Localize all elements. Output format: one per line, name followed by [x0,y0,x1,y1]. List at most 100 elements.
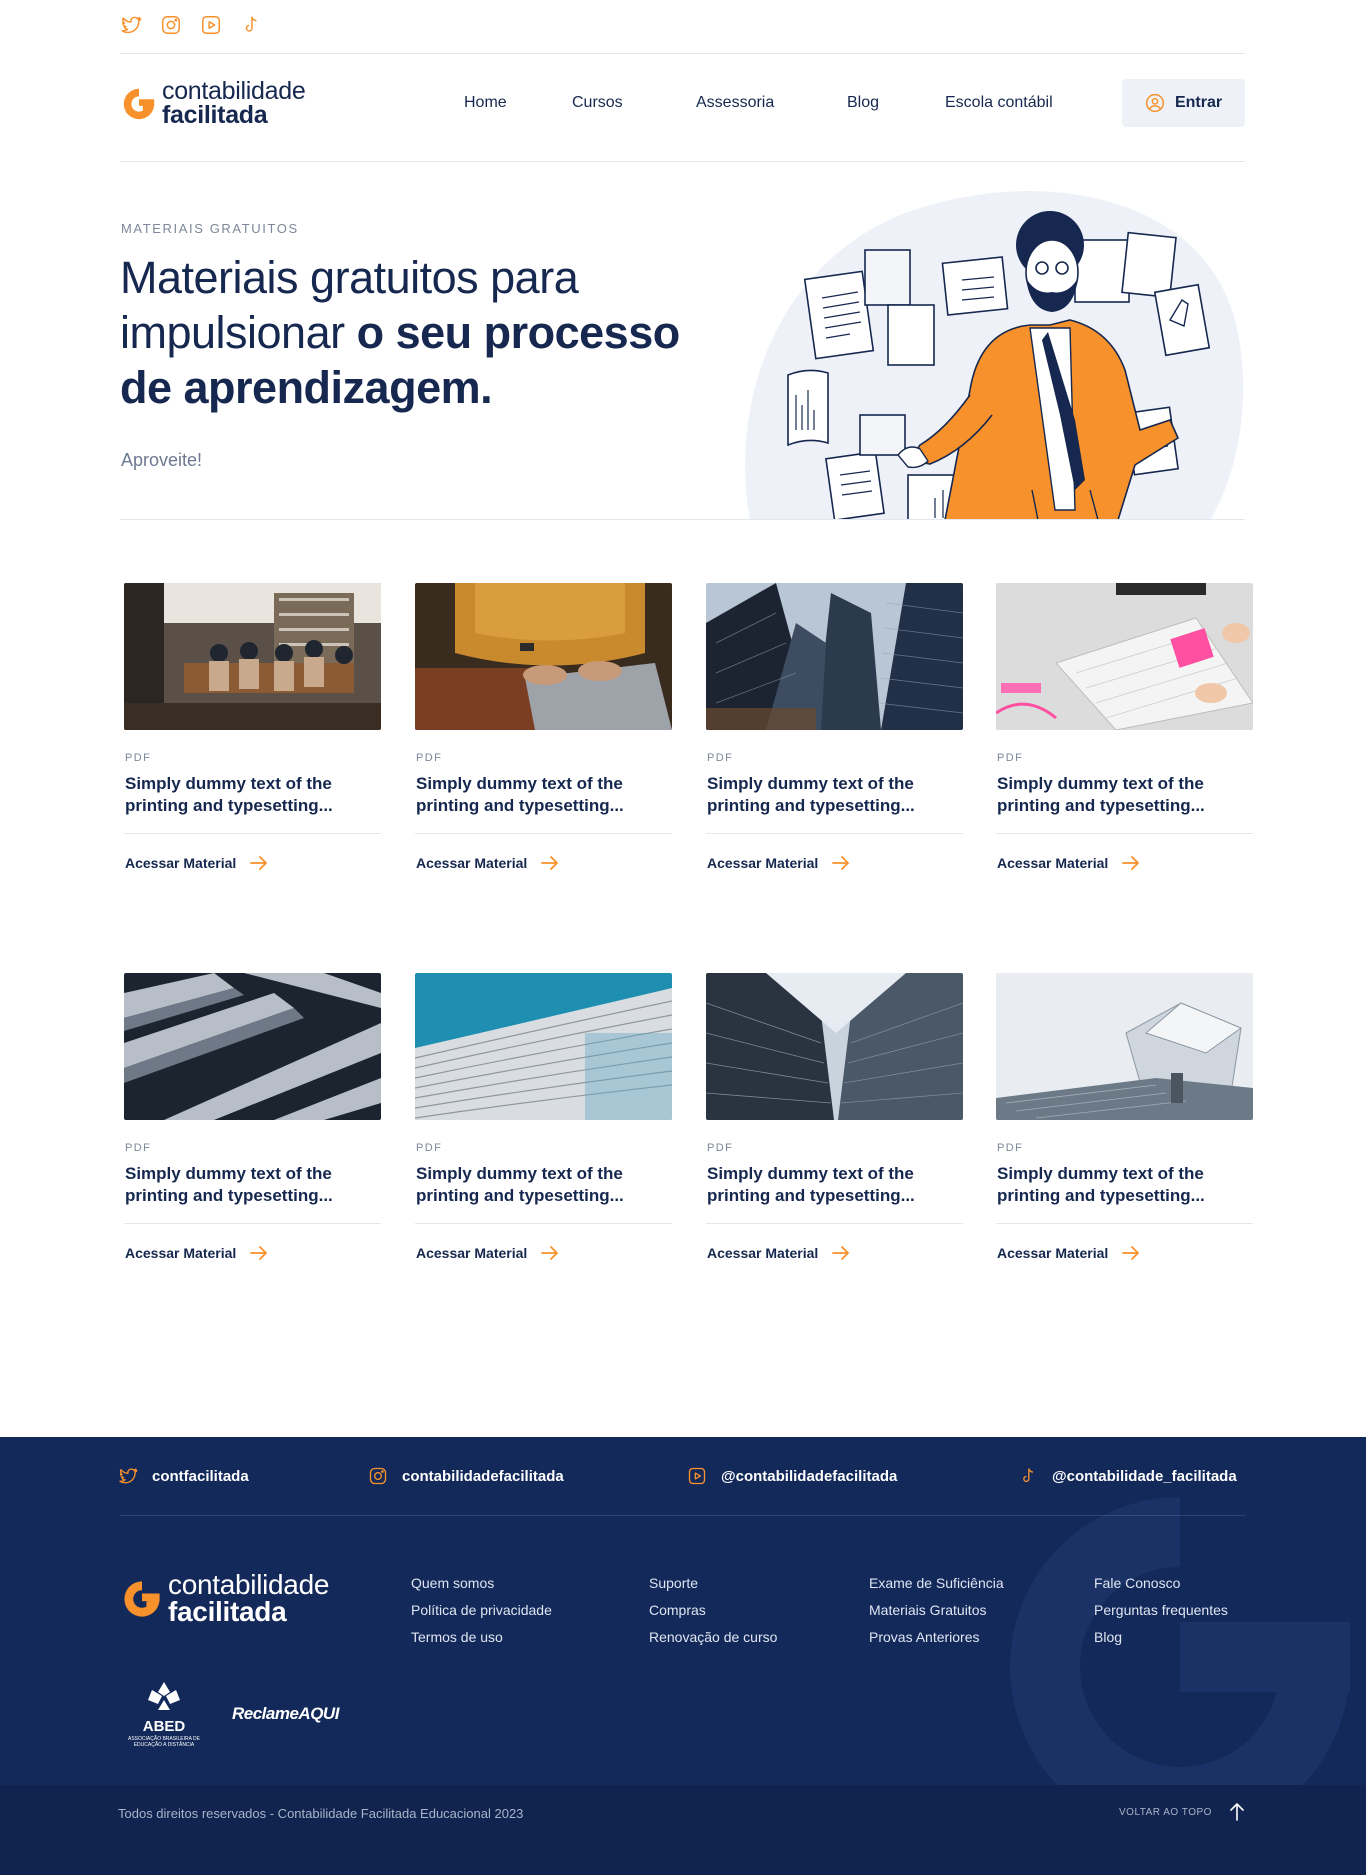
access-material-link[interactable]: Acessar Material [416,855,559,871]
material-card[interactable]: PDF Simply dummy text of the printing an… [415,583,673,871]
footer-link-blog[interactable]: Blog [1094,1624,1228,1651]
back-to-top-button[interactable]: VOLTAR AO TOPO [1119,1803,1244,1821]
material-card[interactable]: PDF Simply dummy text of the printing an… [124,583,382,871]
footer-social-handle: @contabilidade_facilitada [1052,1467,1237,1485]
footer-social-youtube[interactable]: @contabilidadefacilitada [687,1466,897,1486]
hero-illustration [745,191,1244,520]
footer-social-handle: contabilidadefacilitada [402,1467,564,1485]
card-title[interactable]: Simply dummy text of the printing and ty… [707,1163,963,1207]
nav-assessoria[interactable]: Assessoria [696,94,774,112]
footer-col-contact: Fale Conosco Perguntas frequentes Blog [1094,1570,1228,1651]
card-title[interactable]: Simply dummy text of the printing and ty… [997,1163,1253,1207]
card-divider [996,833,1253,834]
footer-link-materiais[interactable]: Materiais Gratuitos [869,1597,1004,1624]
arrow-right-icon [250,1246,268,1260]
card-image[interactable] [996,973,1253,1120]
footer-social-handle: contfacilitada [152,1467,249,1485]
youtube-icon[interactable] [200,14,222,36]
card-type: PDF [416,752,443,764]
footer-divider [120,1515,1245,1516]
footer-link-privacidade[interactable]: Política de privacidade [411,1597,552,1624]
header-divider [120,161,1245,162]
back-to-top-label: VOLTAR AO TOPO [1119,1806,1212,1818]
card-title[interactable]: Simply dummy text of the printing and ty… [416,1163,672,1207]
card-image[interactable] [706,583,963,730]
footer-link-faq[interactable]: Perguntas frequentes [1094,1597,1228,1624]
access-material-link[interactable]: Acessar Material [125,855,268,871]
card-image[interactable] [706,973,963,1120]
footer-link-provas[interactable]: Provas Anteriores [869,1624,1004,1651]
nav-escola-contabil[interactable]: Escola contábil [945,94,1053,112]
footer-link-termos[interactable]: Termos de uso [411,1624,552,1651]
nav-blog[interactable]: Blog [847,94,879,112]
card-title[interactable]: Simply dummy text of the printing and ty… [125,773,381,817]
tiktok-icon[interactable] [240,14,262,36]
footer-link-exame[interactable]: Exame de Suficiência [869,1570,1004,1597]
copyright-text: Todos direitos reservados - Contabilidad… [118,1806,524,1821]
material-card[interactable]: PDF Simply dummy text of the printing an… [415,973,673,1261]
card-divider [415,833,672,834]
card-image[interactable] [415,583,672,730]
access-material-link[interactable]: Acessar Material [416,1245,559,1261]
logo-mark-icon [124,1580,160,1617]
card-title[interactable]: Simply dummy text of the printing and ty… [125,1163,381,1207]
card-image[interactable] [124,583,381,730]
material-card[interactable]: PDF Simply dummy text of the printing an… [706,973,964,1261]
card-image[interactable] [124,973,381,1120]
footer-social-instagram[interactable]: contabilidadefacilitada [368,1466,564,1486]
card-type: PDF [416,1142,443,1154]
access-material-link[interactable]: Acessar Material [125,1245,268,1261]
abed-caption: ASSOCIAÇÃO BRASILEIRA DE EDUCAÇÃO A DIST… [128,1736,200,1748]
nav-home[interactable]: Home [464,94,507,112]
card-divider [706,1223,963,1224]
access-material-link[interactable]: Acessar Material [997,1245,1140,1261]
footer-link-fale-conosco[interactable]: Fale Conosco [1094,1570,1228,1597]
access-material-label: Acessar Material [125,1245,237,1261]
card-image[interactable] [415,973,672,1120]
access-material-link[interactable]: Acessar Material [997,855,1140,871]
youtube-icon [688,1467,706,1485]
arrow-right-icon [250,856,268,870]
card-type: PDF [997,752,1024,764]
access-material-label: Acessar Material [125,855,237,871]
footer-social-tiktok[interactable]: @contabilidade_facilitada [1018,1466,1237,1486]
access-material-link[interactable]: Acessar Material [707,1245,850,1261]
card-title[interactable]: Simply dummy text of the printing and ty… [707,773,963,817]
top-social-bar [120,14,262,36]
footer-link-suporte[interactable]: Suporte [649,1570,777,1597]
logo-mark-icon [123,88,155,119]
top-divider [120,53,1245,54]
access-material-label: Acessar Material [997,855,1109,871]
instagram-icon[interactable] [160,14,182,36]
login-button[interactable]: Entrar [1122,79,1245,127]
hero-divider [120,519,1245,520]
twitter-icon[interactable] [120,14,142,36]
site-logo[interactable]: contabilidade facilitada [120,79,306,128]
card-divider [996,1223,1253,1224]
access-material-link[interactable]: Acessar Material [707,855,850,871]
arrow-right-icon [1122,1246,1140,1260]
login-label: Entrar [1174,94,1223,111]
material-card[interactable]: PDF Simply dummy text of the printing an… [996,973,1254,1261]
nav-cursos[interactable]: Cursos [572,94,623,112]
card-type: PDF [997,1142,1024,1154]
card-title[interactable]: Simply dummy text of the printing and ty… [997,773,1253,817]
reclame-aqui-badge[interactable]: ReclameAQUI [232,1704,339,1724]
material-card[interactable]: PDF Simply dummy text of the printing an… [706,583,964,871]
card-type: PDF [125,752,152,764]
footer-link-compras[interactable]: Compras [649,1597,777,1624]
access-material-label: Acessar Material [997,1245,1109,1261]
hero-title: Materiais gratuitos para impulsionar o s… [120,250,720,415]
abed-badge[interactable]: ABED ASSOCIAÇÃO BRASILEIRA DE EDUCAÇÃO A… [122,1680,206,1748]
material-card[interactable]: PDF Simply dummy text of the printing an… [996,583,1254,871]
footer-link-quem-somos[interactable]: Quem somos [411,1570,552,1597]
card-title[interactable]: Simply dummy text of the printing and ty… [416,773,672,817]
access-material-label: Acessar Material [707,855,819,871]
abed-logo-icon [148,1682,180,1710]
footer-logo[interactable]: contabilidade facilitada [120,1571,329,1625]
material-card[interactable]: PDF Simply dummy text of the printing an… [124,973,382,1261]
footer-link-renovacao[interactable]: Renovação de curso [649,1624,777,1651]
twitter-icon [119,1468,138,1484]
footer-social-twitter[interactable]: contfacilitada [118,1466,249,1486]
card-image[interactable] [996,583,1253,730]
